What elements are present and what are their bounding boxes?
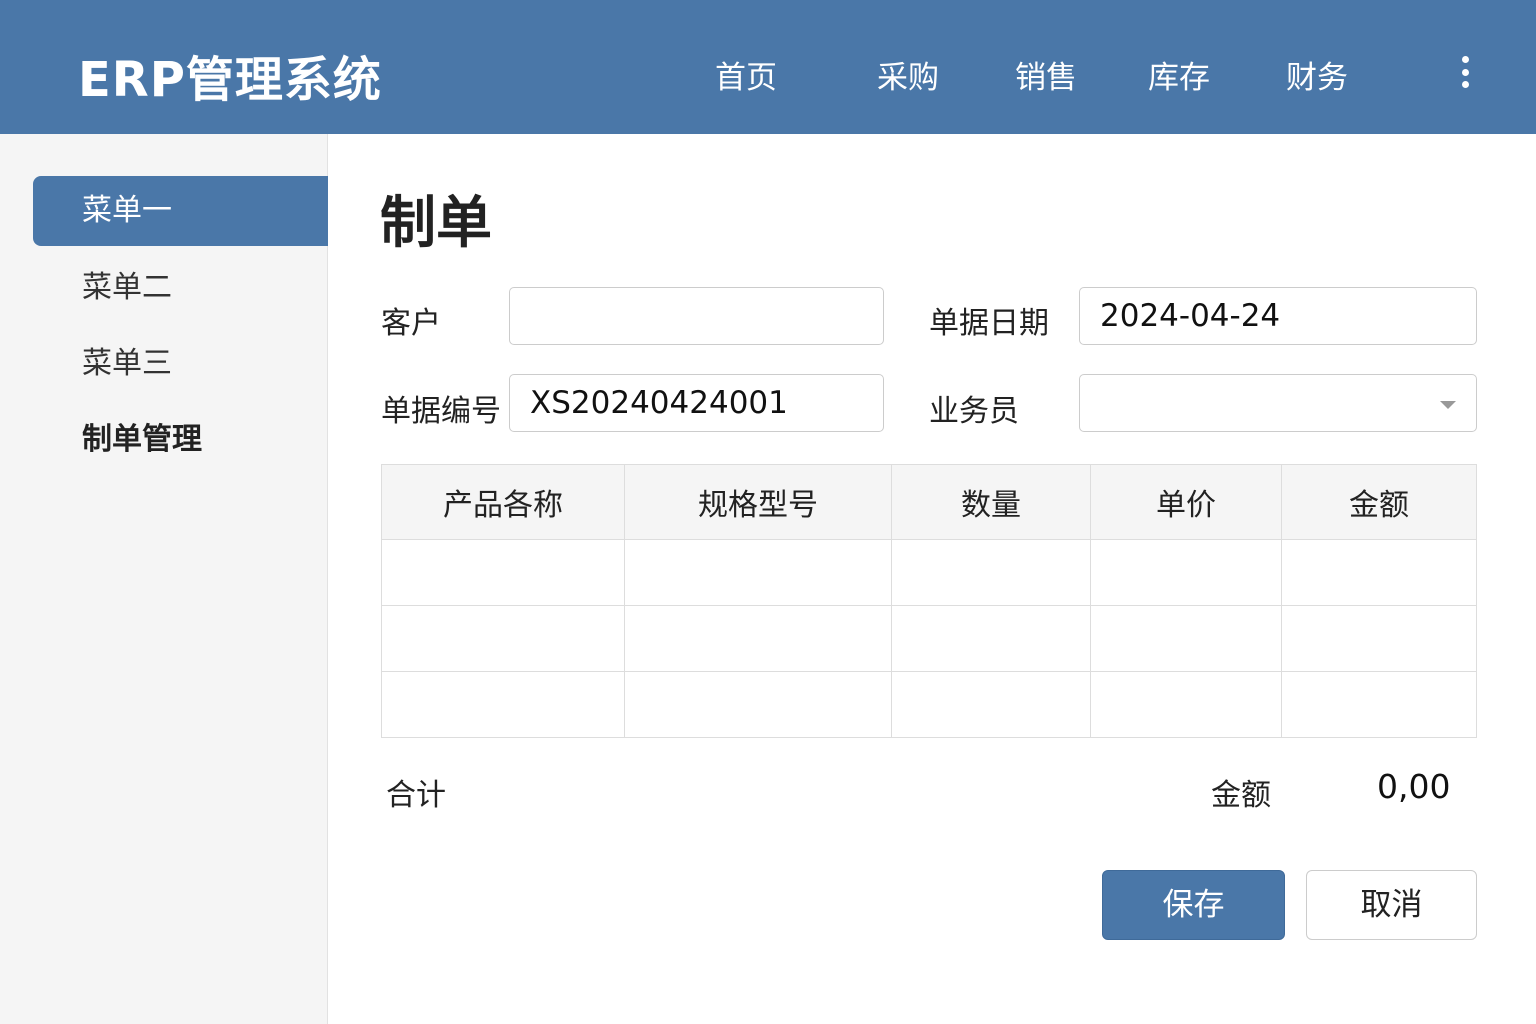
col-amount: 金额 <box>1281 464 1477 540</box>
salesperson-select[interactable] <box>1079 374 1477 432</box>
date-label: 单据日期 <box>929 306 1049 341</box>
items-table: 产品各称 规格型号 数量 单价 金额 <box>381 464 1477 738</box>
table-row <box>381 671 1477 738</box>
sidebar: 菜单一 菜单二 菜单三 制单管理 <box>0 134 328 1024</box>
customer-input[interactable] <box>509 287 884 345</box>
sidebar-item-menu-3[interactable]: 菜单三 <box>33 329 328 399</box>
table-row <box>381 539 1477 606</box>
sidebar-item-order-management[interactable]: 制单管理 <box>33 405 328 475</box>
top-header: ERP管理系统 首页 采购 销售 库存 财务 <box>0 0 1536 134</box>
salesperson-label: 业务员 <box>929 394 1019 429</box>
col-quantity: 数量 <box>891 464 1091 540</box>
sidebar-item-menu-2[interactable]: 菜单二 <box>33 253 328 323</box>
table-cell[interactable] <box>624 671 892 738</box>
table-cell[interactable] <box>891 539 1091 606</box>
amount-label: 金额 <box>1211 778 1271 813</box>
table-cell[interactable] <box>1281 539 1477 606</box>
nav-home[interactable]: 首页 <box>715 52 777 97</box>
total-label: 合计 <box>386 778 446 813</box>
table-cell[interactable] <box>624 539 892 606</box>
table-cell[interactable] <box>891 605 1091 672</box>
nav-sales[interactable]: 销售 <box>1015 52 1077 97</box>
save-button[interactable]: 保存 <box>1102 870 1285 940</box>
amount-value: 0,00 <box>1377 767 1451 806</box>
col-product-name: 产品各称 <box>381 464 625 540</box>
number-input[interactable]: XS20240424001 <box>509 374 884 432</box>
table-row <box>381 605 1477 672</box>
table-cell[interactable] <box>1090 539 1282 606</box>
col-spec: 规格型号 <box>624 464 892 540</box>
nav-purchase[interactable]: 采购 <box>877 52 939 97</box>
number-label: 单据编号 <box>381 394 501 429</box>
table-cell[interactable] <box>624 605 892 672</box>
col-unit-price: 单价 <box>1090 464 1282 540</box>
table-cell[interactable] <box>1090 671 1282 738</box>
more-menu-icon[interactable] <box>1452 52 1478 92</box>
cancel-button[interactable]: 取消 <box>1306 870 1477 940</box>
table-cell[interactable] <box>381 539 625 606</box>
table-cell[interactable] <box>891 671 1091 738</box>
nav-finance[interactable]: 财务 <box>1286 52 1348 97</box>
table-cell[interactable] <box>1281 671 1477 738</box>
chevron-down-icon <box>1440 401 1456 409</box>
page-title: 制单 <box>380 191 492 256</box>
customer-label: 客户 <box>381 306 441 341</box>
date-input[interactable]: 2024-04-24 <box>1079 287 1477 345</box>
table-cell[interactable] <box>381 671 625 738</box>
app-title: ERP管理系统 <box>78 52 382 108</box>
nav-inventory[interactable]: 库存 <box>1148 52 1210 97</box>
table-cell[interactable] <box>1281 605 1477 672</box>
table-cell[interactable] <box>1090 605 1282 672</box>
sidebar-item-menu-1[interactable]: 菜单一 <box>33 176 328 246</box>
table-cell[interactable] <box>381 605 625 672</box>
